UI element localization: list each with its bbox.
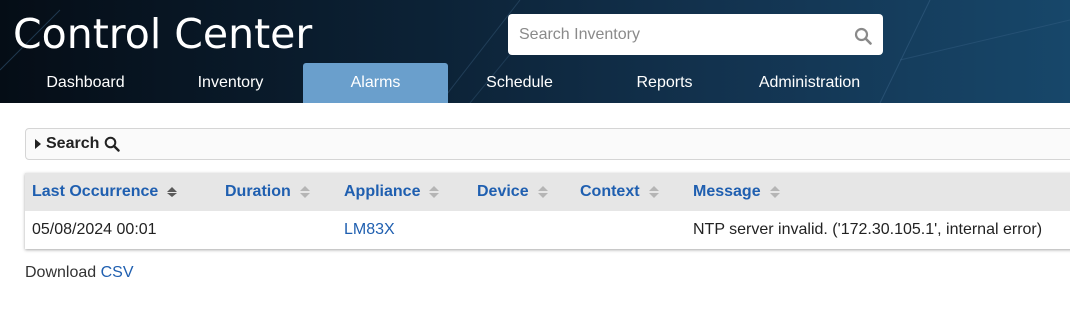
app-header: Control Center Dashboard Inventory Alarm… [0,0,1070,103]
column-header-label: Message [693,183,761,200]
column-header-label: Duration [225,183,291,200]
tab-alarms[interactable]: Alarms [303,63,448,103]
caret-right-icon [35,139,41,149]
column-header-label: Device [477,183,529,200]
search-icon[interactable] [854,27,872,45]
download-label: Download [25,264,97,281]
app-title: Control Center [13,10,313,58]
column-header-label: Last Occurrence [32,183,159,200]
download-csv-link[interactable]: CSV [101,264,134,281]
sort-icon [648,186,659,198]
cell-message: NTP server invalid. ('172.30.105.1', int… [693,221,1043,238]
column-header-appliance[interactable]: Appliance [344,173,440,211]
tab-reports[interactable]: Reports [592,63,737,103]
tab-schedule[interactable]: Schedule [447,63,592,103]
search-panel-label: Search [46,135,100,152]
column-header-label: Context [580,183,640,200]
search-panel: Search [25,128,1070,160]
sort-icon [429,186,440,198]
sort-icon [167,186,178,198]
search-input[interactable] [508,14,838,55]
column-header-label: Appliance [344,183,421,200]
sort-icon [769,186,780,198]
search-panel-toggle[interactable]: Search [35,129,121,159]
inventory-search[interactable] [508,14,883,55]
tab-dashboard[interactable]: Dashboard [13,63,158,103]
cell-appliance-link[interactable]: LM83X [344,211,395,248]
cell-last-occurrence: 05/08/2024 00:01 [32,221,157,238]
column-header-duration[interactable]: Duration [225,173,310,211]
column-header-context[interactable]: Context [580,173,659,211]
tab-inventory[interactable]: Inventory [158,63,303,103]
tab-administration[interactable]: Administration [737,63,882,103]
search-icon [105,136,121,152]
download-area: Download CSV [25,264,134,282]
column-header-message[interactable]: Message [693,173,780,211]
column-header-device[interactable]: Device [477,173,548,211]
table-row: 05/08/2024 00:01 LM83X NTP server invali… [25,211,1070,248]
column-header-last-occurrence[interactable]: Last Occurrence [32,173,178,211]
table-header: Last Occurrence Duration Appliance Devic… [25,173,1070,211]
alarms-table: Last Occurrence Duration Appliance Devic… [25,173,1070,249]
sort-icon [537,186,548,198]
sort-icon [299,186,310,198]
